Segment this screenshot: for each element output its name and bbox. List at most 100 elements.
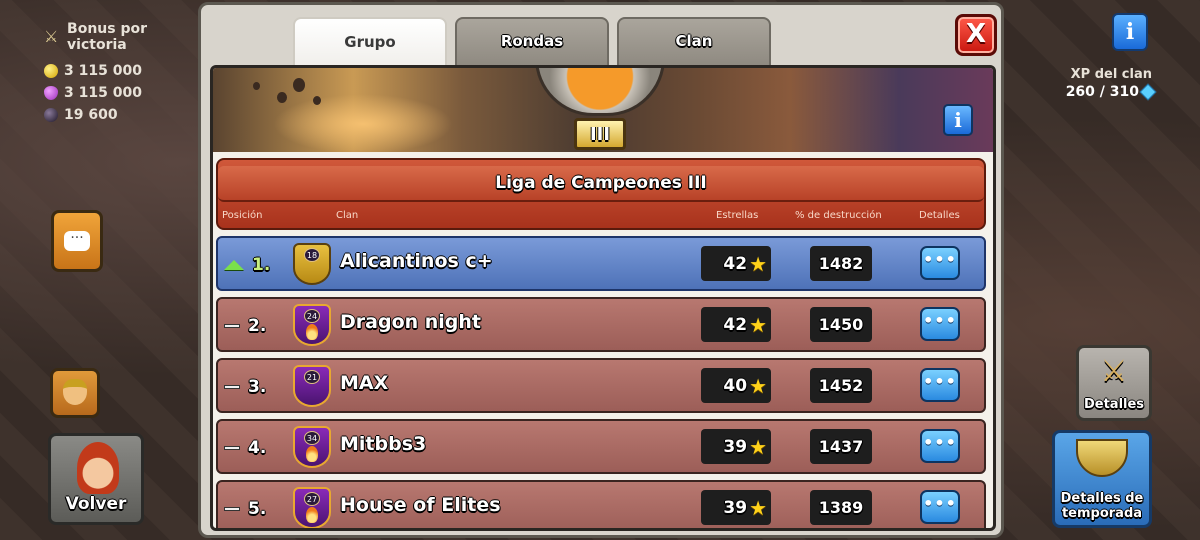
back-button[interactable]: Volver bbox=[48, 433, 144, 525]
destruction-value: 1450 bbox=[818, 315, 864, 334]
season-details-button[interactable]: Detalles de temporada bbox=[1052, 430, 1152, 528]
rank-number: 1. bbox=[252, 255, 271, 275]
rank-number: 3. bbox=[248, 377, 267, 397]
flame-icon bbox=[306, 324, 318, 340]
rank-unchanged-icon bbox=[224, 507, 240, 511]
win-bonus-row: ⚔ Bonus por victoria bbox=[44, 21, 204, 53]
row-details-button[interactable]: ••• bbox=[920, 429, 960, 463]
tab-grupo[interactable]: Grupo bbox=[293, 17, 447, 69]
clan-xp-label: XP del clan bbox=[1070, 67, 1152, 82]
clan-name: Alicantinos c+ bbox=[340, 250, 493, 272]
rank-up-icon bbox=[224, 260, 244, 270]
flame-icon bbox=[306, 446, 318, 462]
star-icon: ★ bbox=[749, 251, 767, 276]
league-info-button[interactable]: i bbox=[943, 104, 973, 136]
rank-number: 2. bbox=[248, 316, 267, 336]
clan-name: MAX bbox=[340, 372, 389, 394]
clan-level: 34 bbox=[304, 431, 320, 445]
war-details-label: Detalles bbox=[1083, 397, 1145, 412]
gold-icon bbox=[44, 64, 58, 78]
trophy-cup-icon bbox=[535, 68, 665, 116]
stars-cell: 42 ★ bbox=[701, 307, 771, 342]
chat-icon: ··· bbox=[64, 231, 90, 251]
clan-badge-icon: 24 bbox=[293, 304, 331, 346]
destruction-cell: 1482 bbox=[810, 246, 872, 281]
season-details-label: Detalles de temporada bbox=[1060, 491, 1144, 521]
trophy-icon bbox=[1076, 439, 1128, 477]
clan-badge-icon: 18 bbox=[293, 243, 331, 285]
stars-value: 42 bbox=[723, 314, 748, 335]
rank-unchanged-icon bbox=[224, 324, 240, 328]
crossed-swords-icon: ⚔ bbox=[1100, 354, 1128, 389]
clan-badge-icon: 27 bbox=[293, 487, 331, 528]
archer-queen-icon bbox=[77, 442, 119, 494]
clan-name: House of Elites bbox=[340, 494, 501, 516]
hero-button[interactable] bbox=[50, 368, 100, 418]
league-title: Liga de Campeones III bbox=[495, 173, 707, 193]
balloon-icon bbox=[277, 92, 287, 103]
close-button[interactable]: X bbox=[955, 14, 997, 56]
star-icon: ★ bbox=[749, 373, 767, 398]
stars-cell: 42 ★ bbox=[701, 246, 771, 281]
star-icon: ★ bbox=[749, 312, 767, 337]
clan-name: Mitbbs3 bbox=[340, 433, 427, 455]
cwl-modal: Grupo Rondas Clan X III i Liga de Campeo… bbox=[198, 2, 1004, 538]
back-button-label: Volver bbox=[65, 494, 127, 514]
clan-badge-icon: 34 bbox=[293, 426, 331, 468]
flame-icon bbox=[306, 507, 318, 523]
column-header-stars: Estrellas bbox=[716, 210, 759, 221]
row-details-button[interactable]: ••• bbox=[920, 246, 960, 280]
rank-cell: 1. bbox=[224, 252, 286, 278]
balloon-icon bbox=[313, 96, 321, 105]
stars-value: 40 bbox=[723, 375, 748, 396]
group-panel: III i Liga de Campeones III Posición Cla… bbox=[210, 65, 996, 531]
stars-cell: 39 ★ bbox=[701, 429, 771, 464]
banner-glow bbox=[273, 94, 453, 154]
dark-elixir-row: 19 600 bbox=[44, 104, 204, 126]
balloon-icon bbox=[293, 78, 305, 92]
clan-row[interactable]: 2. 24 Dragon night 42 ★ 1450 ••• bbox=[216, 297, 986, 352]
clan-name: Dragon night bbox=[340, 311, 482, 333]
clan-level: 18 bbox=[304, 248, 320, 262]
stars-value: 42 bbox=[723, 253, 748, 274]
league-tier: III bbox=[589, 123, 611, 145]
stars-value: 39 bbox=[723, 436, 748, 457]
elixir-icon bbox=[44, 86, 58, 100]
row-details-button[interactable]: ••• bbox=[920, 490, 960, 524]
rank-cell: 2. bbox=[224, 313, 286, 339]
clan-xp-value: 260 / 310 bbox=[1066, 83, 1157, 101]
clan-row[interactable]: 5. 27 House of Elites 39 ★ 1389 ••• bbox=[216, 480, 986, 528]
destruction-cell: 1389 bbox=[810, 490, 872, 525]
stars-cell: 39 ★ bbox=[701, 490, 771, 525]
league-banner: III i bbox=[213, 68, 993, 154]
dark-elixir-icon bbox=[44, 108, 58, 122]
star-icon: ★ bbox=[749, 434, 767, 459]
clan-row[interactable]: 4. 34 Mitbbs3 39 ★ 1437 ••• bbox=[216, 419, 986, 474]
column-header-position: Posición bbox=[222, 210, 263, 221]
swords-icon: ⚔ bbox=[44, 27, 59, 46]
row-details-button[interactable]: ••• bbox=[920, 307, 960, 341]
clan-row-own[interactable]: 1. 18 Alicantinos c+ 42 ★ 1482 ••• bbox=[216, 236, 986, 291]
destruction-cell: 1450 bbox=[810, 307, 872, 342]
row-details-button[interactable]: ••• bbox=[920, 368, 960, 402]
tab-rondas-label: Rondas bbox=[500, 32, 564, 50]
resources-panel: ⚔ Bonus por victoria 3 115 000 3 115 000… bbox=[44, 21, 204, 126]
chat-button[interactable]: ··· bbox=[51, 210, 103, 272]
destruction-value: 1389 bbox=[818, 498, 864, 517]
info-icon[interactable]: i bbox=[1112, 13, 1148, 51]
barbarian-king-icon bbox=[63, 379, 87, 405]
elixir-amount: 3 115 000 bbox=[64, 85, 142, 101]
rank-unchanged-icon bbox=[224, 446, 240, 450]
clan-row[interactable]: 3. 21 MAX 40 ★ 1452 ••• bbox=[216, 358, 986, 413]
column-header-details: Detalles bbox=[919, 210, 960, 221]
elixir-row: 3 115 000 bbox=[44, 82, 204, 104]
rank-number: 4. bbox=[248, 438, 267, 458]
league-tier-plate: III bbox=[574, 118, 626, 150]
war-details-button[interactable]: ⚔ Detalles bbox=[1076, 345, 1152, 421]
rank-unchanged-icon bbox=[224, 385, 240, 389]
xp-gem-icon bbox=[1139, 83, 1157, 101]
destruction-value: 1452 bbox=[818, 376, 864, 395]
tab-clan[interactable]: Clan bbox=[617, 17, 771, 67]
more-icon: ••• bbox=[923, 433, 957, 452]
tab-rondas[interactable]: Rondas bbox=[455, 17, 609, 67]
